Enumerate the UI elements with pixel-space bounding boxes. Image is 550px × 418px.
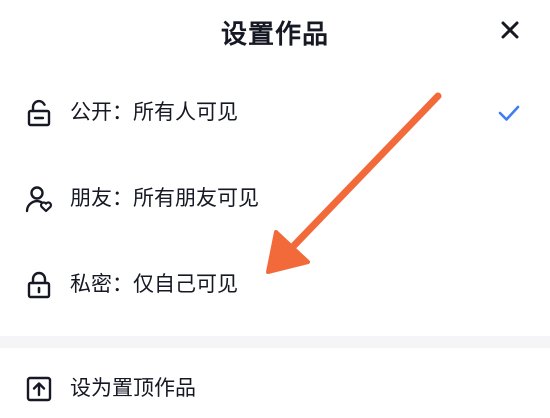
checkmark-icon [498, 105, 520, 121]
visibility-option-label: 朋友：所有朋友可见 [70, 186, 259, 210]
sheet-header: 设置作品 [0, 0, 550, 64]
close-icon[interactable] [498, 18, 522, 42]
visibility-option-label: 私密：仅自己可见 [70, 272, 238, 296]
visibility-option-public[interactable]: 公开：所有人可见 [0, 82, 550, 142]
pin-to-top-button[interactable]: 设为置顶作品 [0, 358, 550, 418]
pin-top-icon [26, 376, 52, 402]
pin-to-top-label: 设为置顶作品 [70, 376, 196, 400]
visibility-option-label: 公开：所有人可见 [70, 100, 238, 124]
visibility-option-private[interactable]: 私密：仅自己可见 [0, 254, 550, 314]
section-divider [0, 336, 550, 348]
sheet-title: 设置作品 [220, 20, 329, 50]
lock-closed-icon [27, 271, 51, 299]
settings-sheet: 设置作品 公开：所有人可见 朋友：所有朋友可见 私密：仅自己可见 设为置顶作品 [0, 0, 550, 412]
visibility-option-friends[interactable]: 朋友：所有朋友可见 [0, 168, 550, 228]
lock-open-icon [27, 99, 51, 127]
friends-icon [25, 186, 53, 213]
